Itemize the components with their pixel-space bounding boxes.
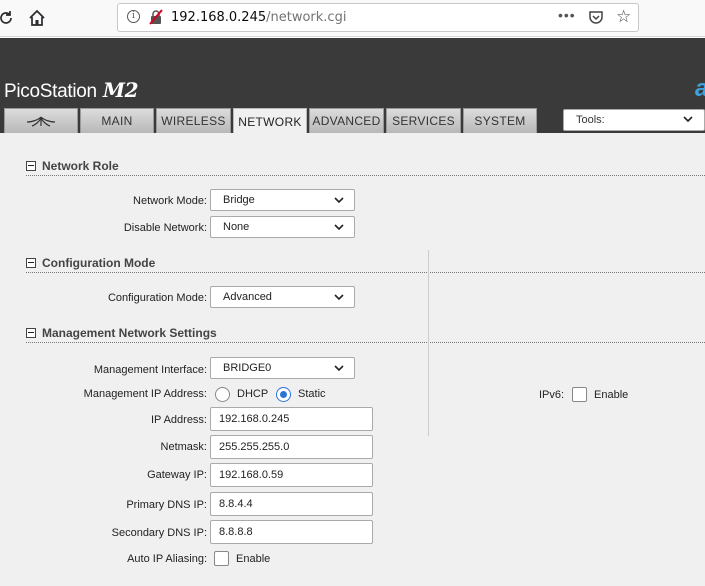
brand-model: M2 <box>102 78 139 102</box>
chevron-down-icon <box>683 116 693 123</box>
netmask-input[interactable]: 255.255.255.0 <box>210 435 373 459</box>
ip-address-label: IP Address: <box>150 414 207 426</box>
ipv6-enable-label[interactable]: Enable <box>594 389 628 401</box>
secondary-dns-input[interactable]: 8.8.8.8 <box>210 520 373 544</box>
section-title: Management Network Settings <box>42 326 217 340</box>
configuration-mode-label: Configuration Mode: <box>107 292 207 304</box>
disable-network-label: Disable Network: <box>123 222 207 234</box>
netmask-label: Netmask: <box>160 441 207 453</box>
chevron-down-icon <box>334 294 344 301</box>
section-network-role: Network Role <box>26 159 705 176</box>
tab-ubiquiti[interactable] <box>4 108 78 133</box>
dhcp-label[interactable]: DHCP <box>237 388 268 400</box>
pocket-icon[interactable] <box>588 10 604 25</box>
primary-dns-input[interactable]: 8.8.4.4 <box>210 492 373 516</box>
network-mode-value: Bridge <box>223 194 255 206</box>
reload-icon[interactable] <box>0 6 18 30</box>
url-path: /network.cgi <box>266 10 347 25</box>
url-host: 192.168.0.245 <box>171 10 267 25</box>
secondary-dns-label: Secondary DNS IP: <box>111 527 207 539</box>
management-ip-mode-label: Management IP Address: <box>83 388 207 400</box>
tools-value: Tools: <box>576 114 605 126</box>
product-logo: PicoStation M2 <box>4 78 139 103</box>
auto-ip-aliasing-checkbox[interactable] <box>214 551 229 566</box>
tools-dropdown[interactable]: Tools: <box>563 109 705 131</box>
gateway-ip-label: Gateway IP: <box>147 469 207 481</box>
primary-dns-label: Primary DNS IP: <box>126 499 207 511</box>
chevron-down-icon <box>334 365 344 372</box>
airos-logo-icon: a <box>695 75 705 103</box>
brand-name: PicoStation <box>4 81 97 102</box>
ubiquiti-logo-icon <box>26 116 56 127</box>
tab-system[interactable]: SYSTEM <box>463 108 537 133</box>
section-title: Configuration Mode <box>42 256 156 270</box>
ipv6-label: IPv6: <box>539 389 565 401</box>
tab-network[interactable]: NETWORK <box>233 108 307 134</box>
tab-wireless[interactable]: WIRELESS <box>156 108 231 133</box>
auto-ip-aliasing-enable-label[interactable]: Enable <box>236 553 270 565</box>
auto-ip-aliasing-label: Auto IP Aliasing: <box>127 553 207 565</box>
tab-advanced[interactable]: ADVANCED <box>309 108 384 133</box>
network-mode-label: Network Mode: <box>133 195 207 207</box>
section-management-network: Management Network Settings <box>26 326 705 343</box>
management-interface-label: Management Interface: <box>93 364 207 376</box>
chevron-down-icon <box>334 197 344 204</box>
home-icon[interactable] <box>25 6 49 30</box>
network-mode-select[interactable]: Bridge <box>210 189 355 211</box>
browser-toolbar: i 192.168.0.245/network.cgi ••• ☆ <box>0 0 705 37</box>
section-title: Network Role <box>42 159 119 173</box>
main-tabs: MAIN WIRELESS NETWORK ADVANCED SERVICES … <box>4 108 537 134</box>
url-bar[interactable]: i 192.168.0.245/network.cgi ••• ☆ <box>117 3 639 32</box>
collapse-toggle-icon[interactable] <box>26 258 36 268</box>
dhcp-radio[interactable] <box>215 387 230 402</box>
disable-network-value: None <box>223 221 250 233</box>
tab-main[interactable]: MAIN <box>80 108 154 133</box>
disable-network-select[interactable]: None <box>210 216 355 238</box>
bookmark-star-icon[interactable]: ☆ <box>616 7 631 27</box>
info-icon[interactable]: i <box>127 10 140 23</box>
collapse-toggle-icon[interactable] <box>26 161 36 171</box>
management-interface-value: BRIDGE0 <box>223 362 272 374</box>
gateway-ip-input[interactable]: 192.168.0.59 <box>210 463 373 487</box>
collapse-toggle-icon[interactable] <box>26 328 36 338</box>
static-label[interactable]: Static <box>298 388 326 400</box>
static-radio[interactable] <box>276 387 291 402</box>
management-interface-select[interactable]: BRIDGE0 <box>210 357 355 379</box>
chevron-down-icon <box>334 224 344 231</box>
configuration-mode-value: Advanced <box>223 291 272 303</box>
section-configuration-mode: Configuration Mode <box>26 256 705 273</box>
more-icon[interactable]: ••• <box>558 7 576 23</box>
ip-address-input[interactable]: 192.168.0.245 <box>210 407 373 431</box>
url-text[interactable]: 192.168.0.245/network.cgi <box>171 10 346 25</box>
tab-services[interactable]: SERVICES <box>386 108 461 133</box>
ipv6-checkbox[interactable] <box>572 387 587 402</box>
column-divider <box>428 250 429 436</box>
insecure-lock-icon[interactable] <box>148 9 164 25</box>
configuration-mode-select[interactable]: Advanced <box>210 286 355 308</box>
